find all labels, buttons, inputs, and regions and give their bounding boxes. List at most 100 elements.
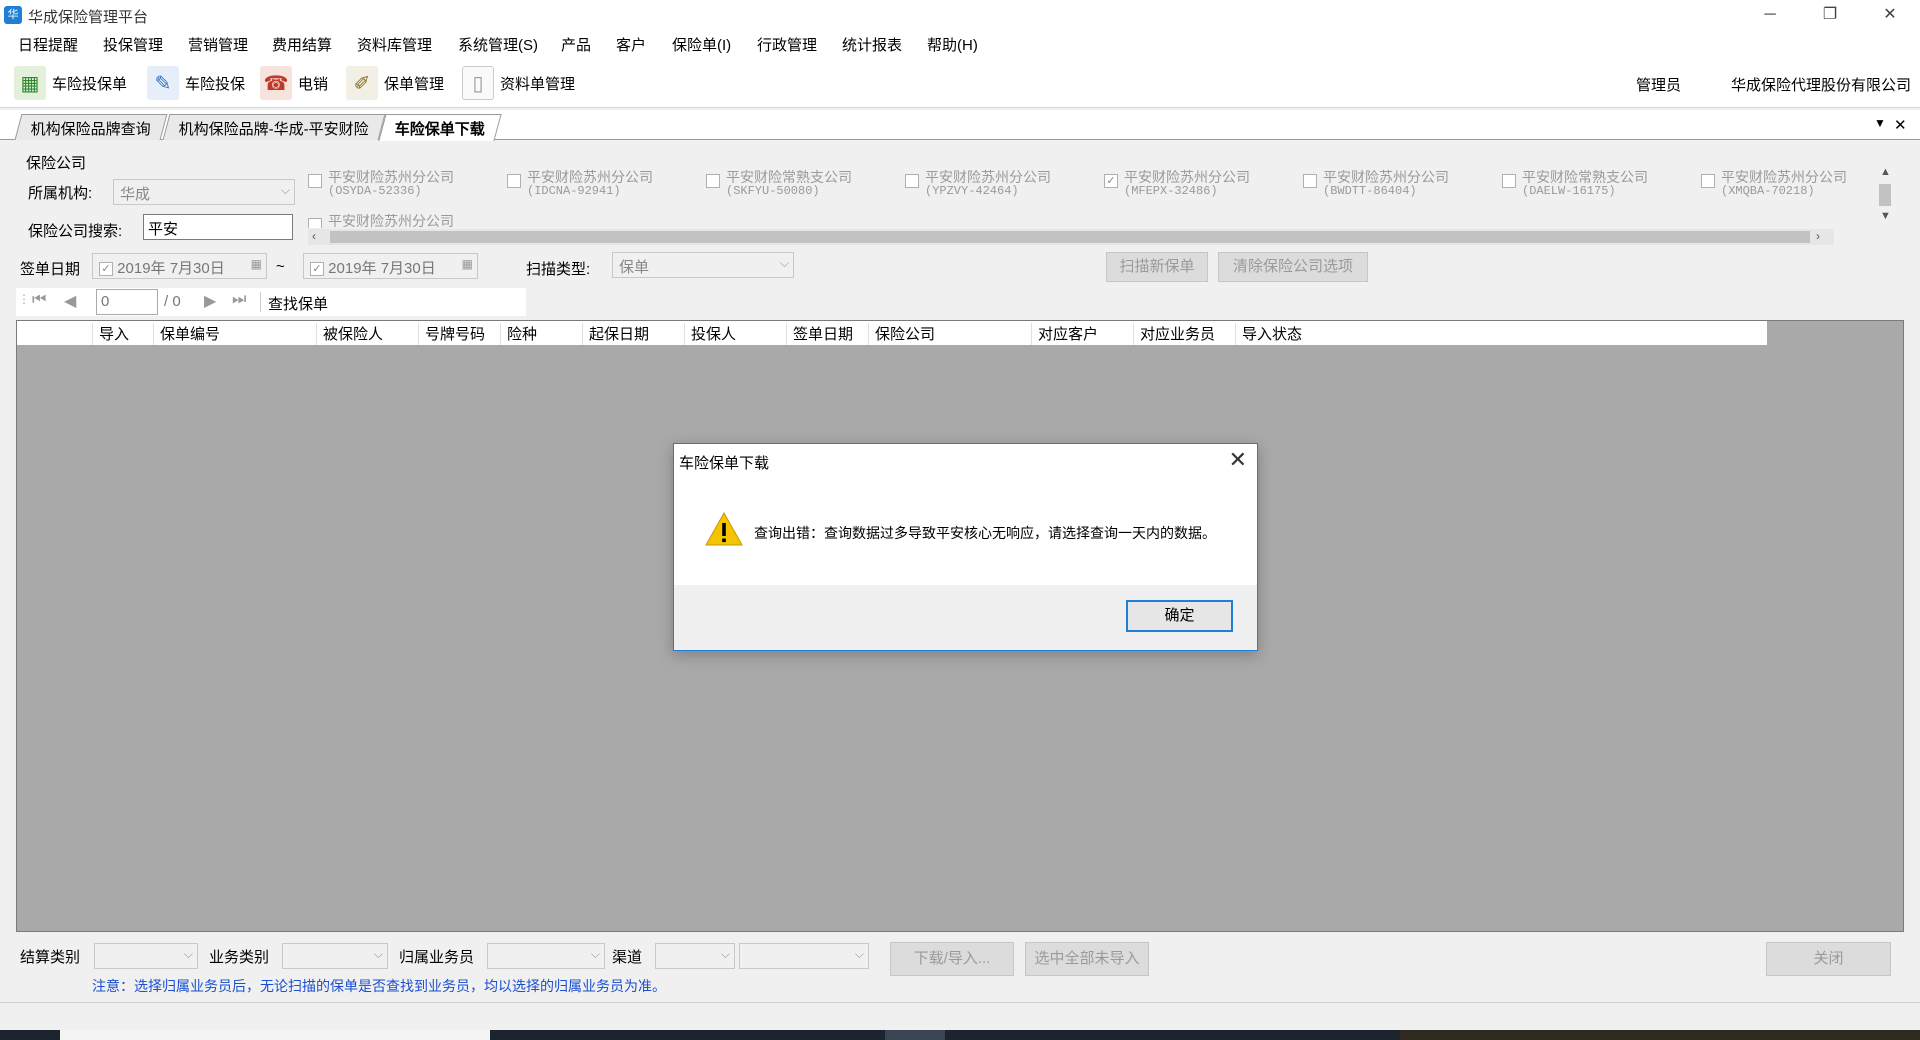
company-option[interactable]: ✓ 平安财险苏州分公司 (MFEPX-32486) (1104, 170, 1250, 198)
menu-bar: 日程提醒 投保管理 营销管理 费用结算 资料库管理 系统管理(S) 产品 客户 … (0, 30, 1920, 58)
scrollbar-thumb[interactable] (330, 231, 1810, 243)
date-from-picker[interactable]: ✓ 2019年 7月30日 ▦ (92, 253, 267, 279)
document-management-button[interactable]: ▯ 资料单管理 (462, 64, 575, 102)
date-from-checkbox[interactable]: ✓ (99, 262, 113, 277)
clear-company-selection-button[interactable]: 清除保险公司选项 (1218, 252, 1368, 282)
dialog-close-icon[interactable]: ✕ (1229, 447, 1247, 473)
find-policy-button[interactable]: 查找保单 (268, 293, 328, 314)
date-to-checkbox[interactable]: ✓ (310, 262, 324, 277)
agent-label: 归属业务员 (399, 949, 475, 966)
blank-document-icon: ▯ (462, 66, 494, 100)
settle-type-select[interactable]: ⌵ (94, 943, 198, 969)
minimize-button[interactable]: ─ (1740, 0, 1800, 30)
scan-type-select[interactable]: 保单 ⌵ (612, 252, 794, 278)
col-sign-date[interactable]: 签单日期 (786, 323, 868, 345)
download-import-button[interactable]: 下载/导入... (890, 942, 1014, 976)
toolbar: ▦ 车险投保单 ✎ 车险投保 ☎ 电销 ✐ 保单管理 ▯ 资料单管理 管理员 华… (0, 58, 1920, 108)
next-page-icon[interactable]: ▶ (204, 291, 216, 311)
company-option-partial[interactable]: 平安财险苏州分公司 (308, 214, 454, 228)
company-option[interactable]: 平安财险苏州分公司 (XMQBA-70218) (1701, 170, 1847, 198)
scrollbar-thumb[interactable] (1879, 184, 1891, 206)
col-customer[interactable]: 对应客户 (1031, 323, 1133, 345)
date-separator: ~ (276, 258, 285, 275)
col-coverage[interactable]: 险种 (500, 323, 582, 345)
org-select-value: 华成 (120, 186, 151, 203)
select-all-unimported-button[interactable]: 选中全部未导入 (1025, 942, 1149, 976)
last-page-icon[interactable]: ⏭ (232, 291, 246, 309)
col-policy-no[interactable]: 保单编号 (153, 323, 316, 345)
company-option[interactable]: 平安财险苏州分公司 (OSYDA-52336) (308, 170, 454, 198)
car-insure-button[interactable]: ✎ 车险投保 (147, 64, 245, 102)
checkbox[interactable] (308, 174, 322, 188)
menu-help[interactable]: 帮助(H) (927, 34, 978, 55)
sub-channel-select[interactable]: ⌵ (739, 943, 869, 969)
horizontal-scrollbar[interactable]: ‹ › (308, 229, 1834, 245)
company-option[interactable]: 平安财险苏州分公司 (IDCNA-92941) (507, 170, 653, 198)
company-search-input[interactable]: 平安 (143, 214, 293, 240)
checkbox-checked[interactable]: ✓ (1104, 174, 1118, 188)
page-number-input[interactable]: 0 (96, 289, 158, 315)
col-applicant[interactable]: 投保人 (684, 323, 786, 345)
tab-org-brand-query[interactable]: 机构保险品牌查询 (14, 114, 168, 140)
org-select[interactable]: 华成 ⌵ (113, 179, 295, 205)
business-type-select[interactable]: ⌵ (282, 943, 388, 969)
taskbar-app-button[interactable] (885, 1030, 945, 1040)
close-window-button[interactable]: ✕ (1860, 0, 1920, 30)
menu-reports[interactable]: 统计报表 (842, 34, 902, 55)
scan-new-policy-button[interactable]: 扫描新保单 (1106, 252, 1208, 282)
col-insured[interactable]: 被保险人 (316, 323, 418, 345)
tab-close-icon[interactable]: ✕ (1894, 116, 1907, 134)
company-option[interactable]: 平安财险常熟支公司 (SKFYU-50080) (706, 170, 852, 198)
scroll-left-icon[interactable]: ‹ (312, 229, 316, 243)
menu-billing[interactable]: 费用结算 (272, 34, 332, 55)
menu-system[interactable]: 系统管理(S) (458, 34, 538, 55)
tab-org-brand-pingan[interactable]: 机构保险品牌-华成-平安财险 (162, 114, 386, 140)
first-page-icon[interactable]: ⏮ (32, 291, 46, 309)
checkbox[interactable] (905, 174, 919, 188)
menu-policy[interactable]: 保险单(I) (672, 34, 731, 55)
scroll-right-icon[interactable]: › (1816, 229, 1820, 243)
checkbox[interactable] (1303, 174, 1317, 188)
menu-library[interactable]: 资料库管理 (357, 34, 432, 55)
scroll-up-icon[interactable]: ▲ (1880, 166, 1891, 178)
company-option-name: 平安财险苏州分公司 (1323, 169, 1449, 185)
taskbar-search-box[interactable] (60, 1030, 490, 1040)
col-company[interactable]: 保险公司 (868, 323, 1031, 345)
ok-button[interactable]: 确定 (1126, 600, 1233, 632)
channel-select[interactable]: ⌵ (655, 943, 735, 969)
menu-product[interactable]: 产品 (561, 34, 591, 55)
title-bar: 华 华成保险管理平台 ─ ❐ ✕ (0, 0, 1920, 30)
col-plate[interactable]: 号牌号码 (418, 323, 500, 345)
company-option[interactable]: 平安财险常熟支公司 (DAELW-16175) (1502, 170, 1648, 198)
policy-management-button[interactable]: ✐ 保单管理 (346, 64, 444, 102)
col-import[interactable]: 导入 (92, 323, 153, 345)
tab-car-policy-download[interactable]: 车险保单下载 (378, 114, 502, 141)
checkbox[interactable] (706, 174, 720, 188)
menu-customer[interactable]: 客户 (616, 34, 646, 55)
vertical-scrollbar[interactable]: ▲ ▼ (1876, 166, 1894, 226)
checkbox[interactable] (308, 218, 322, 228)
car-proposal-button[interactable]: ▦ 车险投保单 (14, 64, 127, 102)
menu-schedule[interactable]: 日程提醒 (18, 34, 78, 55)
date-to-picker[interactable]: ✓ 2019年 7月30日 ▦ (303, 253, 478, 279)
checkbox[interactable] (507, 174, 521, 188)
col-import-status[interactable]: 导入状态 (1235, 323, 1460, 345)
telesales-button[interactable]: ☎ 电销 (260, 64, 328, 102)
company-option-name: 平安财险苏州分公司 (925, 169, 1051, 185)
company-option[interactable]: 平安财险苏州分公司 (YPZVY-42464) (905, 170, 1051, 198)
col-start-date[interactable]: 起保日期 (582, 323, 684, 345)
checkbox[interactable] (1502, 174, 1516, 188)
tab-list-dropdown-icon[interactable]: ▼ (1874, 116, 1886, 130)
checkbox[interactable] (1701, 174, 1715, 188)
menu-marketing[interactable]: 营销管理 (188, 34, 248, 55)
scroll-down-icon[interactable]: ▼ (1880, 210, 1891, 222)
col-agent[interactable]: 对应业务员 (1133, 323, 1235, 345)
agent-select[interactable]: ⌵ (487, 943, 605, 969)
prev-page-icon[interactable]: ◀ (64, 291, 76, 311)
settle-type-label: 结算类别 (20, 949, 81, 966)
close-button[interactable]: 关闭 (1766, 942, 1891, 976)
company-option[interactable]: 平安财险苏州分公司 (BWDTT-86404) (1303, 170, 1449, 198)
menu-insure[interactable]: 投保管理 (103, 34, 163, 55)
restore-button[interactable]: ❐ (1800, 0, 1860, 30)
menu-admin[interactable]: 行政管理 (757, 34, 817, 55)
